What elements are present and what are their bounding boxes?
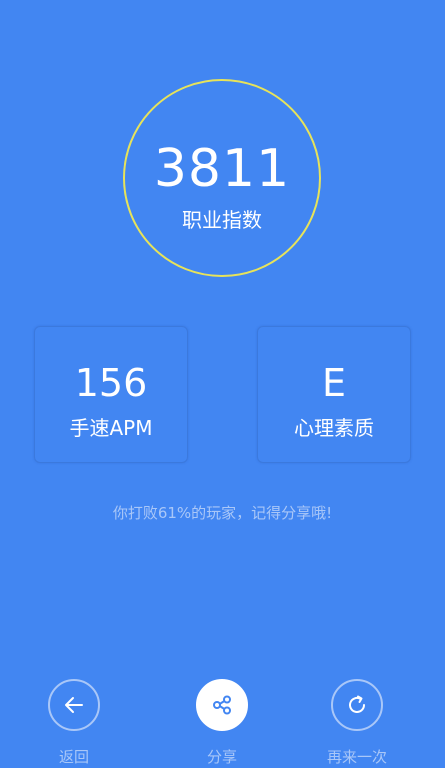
apm-label: 手速APM xyxy=(69,416,153,440)
back-label: 返回 xyxy=(58,748,89,766)
back-action[interactable]: 返回 xyxy=(34,679,114,767)
arrow-left-icon xyxy=(61,692,87,718)
score-circle: 3811 职业指数 xyxy=(123,79,321,277)
share-action[interactable]: 分享 xyxy=(182,679,262,767)
apm-value: 156 xyxy=(74,361,148,405)
share-label: 分享 xyxy=(206,748,237,766)
refresh-icon xyxy=(344,692,370,718)
back-button[interactable] xyxy=(48,679,100,731)
career-index-value: 3811 xyxy=(153,139,291,199)
play-again-action[interactable]: 再来一次 xyxy=(317,679,397,767)
share-hint-text: 你打败61%的玩家，记得分享哦! xyxy=(112,504,333,522)
mental-quality-label: 心理素质 xyxy=(294,416,374,440)
result-screen: 3811 职业指数 156 手速APM E 心理素质 你打败61%的玩家，记得分… xyxy=(0,0,445,768)
mental-quality-value: E xyxy=(321,361,346,405)
play-again-button[interactable] xyxy=(331,679,383,731)
share-icon xyxy=(209,692,235,718)
share-button[interactable] xyxy=(196,679,248,731)
mental-quality-card: E 心理素质 xyxy=(257,326,411,463)
career-index-label: 职业指数 xyxy=(182,208,262,232)
apm-card: 156 手速APM xyxy=(34,326,188,463)
play-again-label: 再来一次 xyxy=(326,748,387,766)
